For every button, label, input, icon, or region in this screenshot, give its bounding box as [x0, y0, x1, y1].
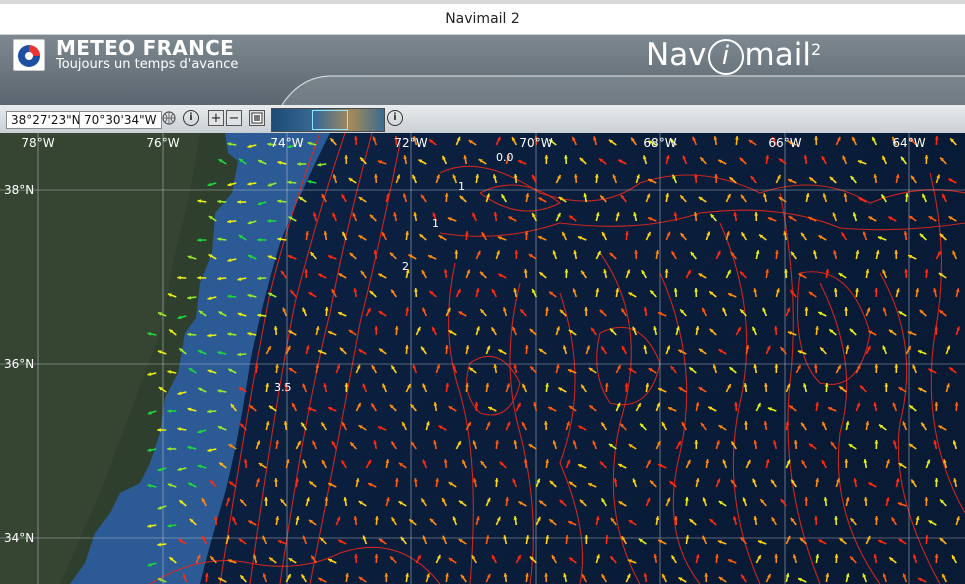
longitude-readout: 70°30'34"W [79, 111, 162, 129]
grid-globe-icon[interactable] [161, 110, 177, 126]
zoom-out-button[interactable]: − [226, 110, 242, 126]
lon-label: 74°W [270, 136, 303, 150]
meteo-france-logo-icon [13, 39, 45, 71]
contour-label: 0.0 [496, 151, 514, 164]
lon-label: 72°W [394, 136, 427, 150]
brand-slogan: Toujours un temps d'avance [56, 57, 239, 72]
lon-label: 64°W [892, 136, 925, 150]
zoom-in-button[interactable]: + [208, 110, 224, 126]
lat-label: 34°N [4, 531, 34, 545]
map-toolbar: 38°27'23"N 70°30'34"W i + − i [0, 105, 965, 133]
lat-label: 36°N [4, 357, 34, 371]
lon-label: 76°W [146, 136, 179, 150]
window-titlebar: Navimail 2 [0, 4, 965, 35]
overview-minimap[interactable] [271, 108, 385, 132]
contour-label: 3.5 [274, 381, 292, 394]
full-extent-icon[interactable] [249, 110, 265, 126]
navimail-logo: Nav i mail2 [646, 37, 822, 75]
contour-label: 1 [432, 217, 439, 230]
lon-label: 78°W [21, 136, 54, 150]
header-banner: METEO FRANCE Toujours un temps d'avance … [0, 35, 965, 105]
lon-label: 66°W [768, 136, 801, 150]
weather-map[interactable]: 78°W 76°W 74°W 72°W 70°W 68°W 66°W 64°W … [0, 133, 965, 584]
coord-info-icon[interactable]: i [183, 110, 199, 126]
lon-label: 68°W [643, 136, 676, 150]
contour-label: 1 [458, 180, 465, 193]
navimail-i-icon: i [707, 38, 744, 75]
minimap-viewport-frame[interactable] [312, 110, 348, 130]
map-canvas[interactable]: 78°W 76°W 74°W 72°W 70°W 68°W 66°W 64°W … [0, 133, 965, 584]
contour-label: 2 [402, 260, 409, 273]
lat-label: 38°N [4, 183, 34, 197]
window-title: Navimail 2 [445, 11, 520, 27]
map-info-icon[interactable]: i [387, 110, 403, 126]
lon-label: 70°W [519, 136, 552, 150]
latitude-readout: 38°27'23"N [6, 111, 86, 129]
